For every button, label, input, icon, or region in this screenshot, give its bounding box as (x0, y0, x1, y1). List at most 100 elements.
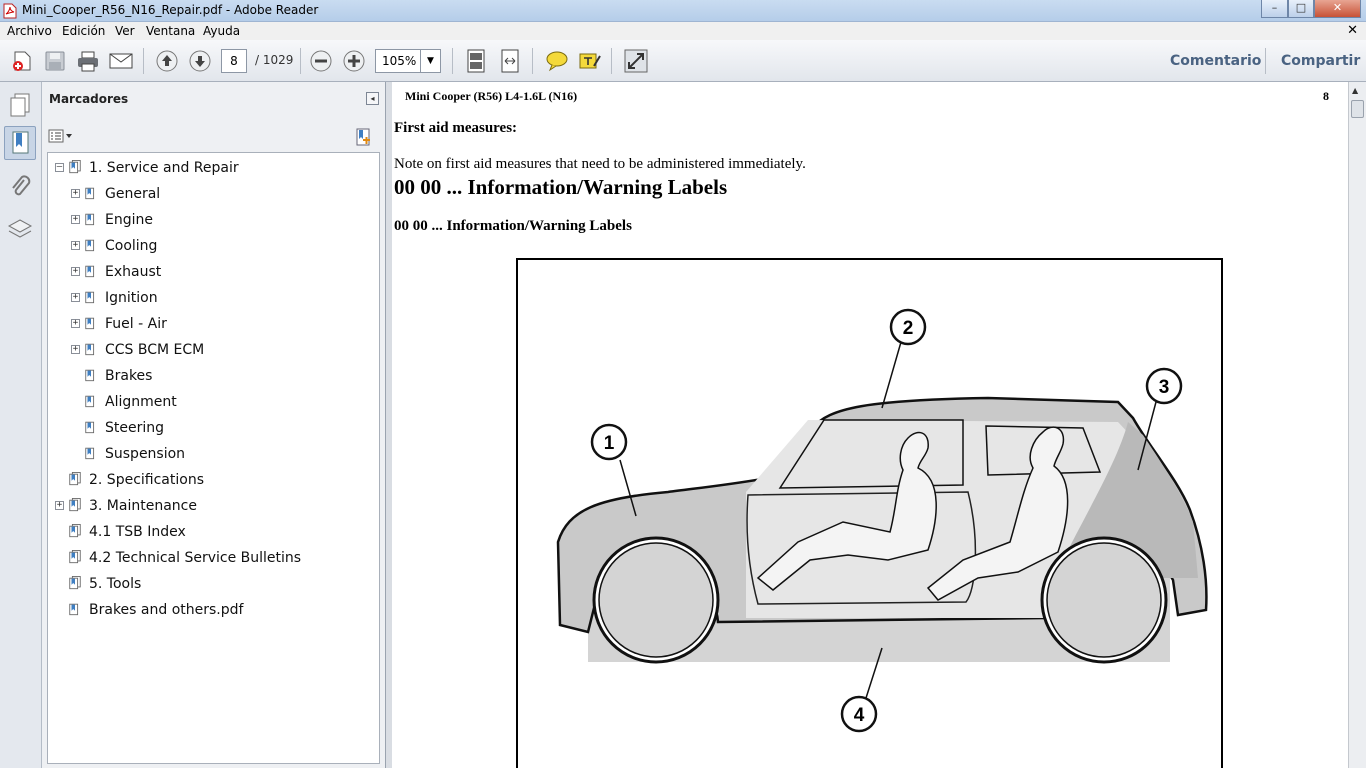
previous-page-button[interactable] (153, 47, 181, 75)
section-heading: 00 00 ... Information/Warning Labels (394, 175, 728, 199)
bookmark-icon (69, 472, 81, 486)
expand-icon[interactable]: + (71, 215, 80, 224)
attachments-button[interactable] (4, 170, 36, 204)
sticky-note-button[interactable] (543, 47, 571, 75)
bookmark-item[interactable]: + General (48, 182, 378, 206)
document-view: Mini Cooper (R56) L4-1.6L (N16) 8 First … (392, 82, 1348, 768)
next-page-button[interactable] (186, 47, 214, 75)
svg-text:3: 3 (1159, 377, 1170, 398)
maximize-button[interactable]: □ (1288, 0, 1314, 18)
print-button[interactable] (74, 47, 102, 75)
bookmark-icon (85, 395, 95, 408)
page-total: / 1029 (255, 53, 294, 67)
scroll-up-icon[interactable]: ▲ (1352, 86, 1358, 95)
window-title: Mini_Cooper_R56_N16_Repair.pdf - Adobe R… (22, 3, 319, 17)
toolbar-separator (532, 48, 533, 74)
menu-ventana[interactable]: Ventana (146, 24, 195, 38)
scrollbar-thumb[interactable] (1351, 100, 1364, 118)
bookmark-item[interactable]: + Cooling (48, 234, 378, 258)
bookmarks-button[interactable] (4, 126, 36, 160)
zoom-level-input[interactable]: 105% (375, 49, 421, 73)
minus-circle-icon (310, 50, 332, 72)
layers-button[interactable] (4, 212, 36, 246)
page-number-input[interactable]: 8 (221, 49, 247, 73)
callout-1: 1 (590, 423, 628, 461)
email-button[interactable] (107, 47, 135, 75)
page-thumbnails-button[interactable] (4, 88, 36, 122)
full-screen-button[interactable] (622, 47, 650, 75)
menu-ayuda[interactable]: Ayuda (203, 24, 240, 38)
bookmark-icon (69, 498, 81, 512)
fit-page-button[interactable] (462, 47, 490, 75)
bookmark-item[interactable]: – 1. Service and Repair (48, 156, 378, 180)
bookmark-icon (85, 343, 95, 356)
new-bookmark-button[interactable] (354, 128, 372, 146)
svg-text:1: 1 (604, 433, 615, 454)
zoom-in-button[interactable] (340, 47, 368, 75)
close-document-button[interactable]: ✕ (1347, 23, 1358, 38)
section-subheading: 00 00 ... Information/Warning Labels (394, 218, 632, 234)
bookmark-label: 2. Specifications (89, 472, 204, 488)
close-button[interactable]: ✕ (1314, 0, 1361, 18)
highlighter-icon (579, 53, 601, 69)
highlight-text-button[interactable] (576, 47, 604, 75)
bookmark-item[interactable]: Brakes (48, 364, 378, 388)
bookmark-options-button[interactable] (48, 127, 76, 145)
plus-circle-icon (343, 50, 365, 72)
minimize-button[interactable]: – (1261, 0, 1288, 18)
bookmark-item[interactable]: 4.1 TSB Index (48, 520, 378, 544)
menu-ver[interactable]: Ver (115, 24, 135, 38)
collapse-icon[interactable]: – (55, 163, 64, 172)
comment-pane-button[interactable]: Comentario (1170, 53, 1261, 69)
layers-icon (7, 219, 33, 238)
menu-archivo[interactable]: Archivo (7, 24, 52, 38)
save-button[interactable] (41, 47, 69, 75)
expand-icon[interactable]: + (55, 501, 64, 510)
share-pane-button[interactable]: Compartir (1281, 53, 1360, 69)
floppy-disk-icon (45, 51, 65, 71)
expand-icon (624, 49, 648, 73)
bookmark-item[interactable]: Brakes and others.pdf (48, 598, 378, 622)
expand-icon[interactable]: + (71, 319, 80, 328)
collapse-panel-button[interactable]: ◂ (366, 92, 379, 105)
toolbar-separator (300, 48, 301, 74)
callout-4: 4 (840, 695, 878, 733)
vertical-scrollbar[interactable]: ▲ (1348, 82, 1366, 768)
bookmark-icon (85, 213, 95, 226)
bookmark-icon (69, 550, 81, 564)
bookmark-item[interactable]: +3. Maintenance (48, 494, 378, 518)
toolbar-separator (452, 48, 453, 74)
new-bookmark-icon (356, 128, 370, 146)
expand-icon[interactable]: + (71, 293, 80, 302)
title-bar: Mini_Cooper_R56_N16_Repair.pdf - Adobe R… (0, 0, 1366, 22)
bookmarks-panel: Marcadores ◂ – 1. Service and Repair + Gene… (42, 82, 386, 768)
bookmark-item[interactable]: Alignment (48, 390, 378, 414)
bookmark-item[interactable]: 4.2 Technical Service Bulletins (48, 546, 378, 570)
expand-icon[interactable]: + (71, 189, 80, 198)
bookmark-item[interactable]: 2. Specifications (48, 468, 378, 492)
bookmark-label: Brakes (105, 368, 153, 384)
expand-icon[interactable]: + (71, 345, 80, 354)
zoom-dropdown-button[interactable]: ▼ (421, 49, 441, 73)
toolbar: 8 / 1029 105% ▼ Comentario Compartir (0, 40, 1366, 82)
bookmark-item[interactable]: Steering (48, 416, 378, 440)
bookmark-item[interactable]: + Ignition (48, 286, 378, 310)
bookmark-item[interactable]: + Engine (48, 208, 378, 232)
bookmark-item[interactable]: + CCS BCM ECM (48, 338, 378, 362)
fit-width-button[interactable] (496, 47, 524, 75)
bookmarks-panel-title: Marcadores (49, 92, 129, 106)
bookmark-item[interactable]: 5. Tools (48, 572, 378, 596)
zoom-out-button[interactable] (307, 47, 335, 75)
bookmark-item[interactable]: + Exhaust (48, 260, 378, 284)
expand-icon[interactable]: + (71, 241, 80, 250)
bookmark-label: General (105, 186, 161, 202)
expand-icon[interactable]: + (71, 267, 80, 276)
create-pdf-button[interactable] (8, 47, 36, 75)
bookmark-icon (85, 187, 95, 200)
bookmark-item[interactable]: Suspension (48, 442, 378, 466)
bookmark-label: Cooling (105, 238, 158, 254)
bookmark-label: Suspension (105, 446, 186, 462)
bookmark-label: 5. Tools (89, 576, 142, 592)
menu-edicion[interactable]: Edición (62, 24, 105, 38)
bookmark-item[interactable]: + Fuel - Air (48, 312, 378, 336)
